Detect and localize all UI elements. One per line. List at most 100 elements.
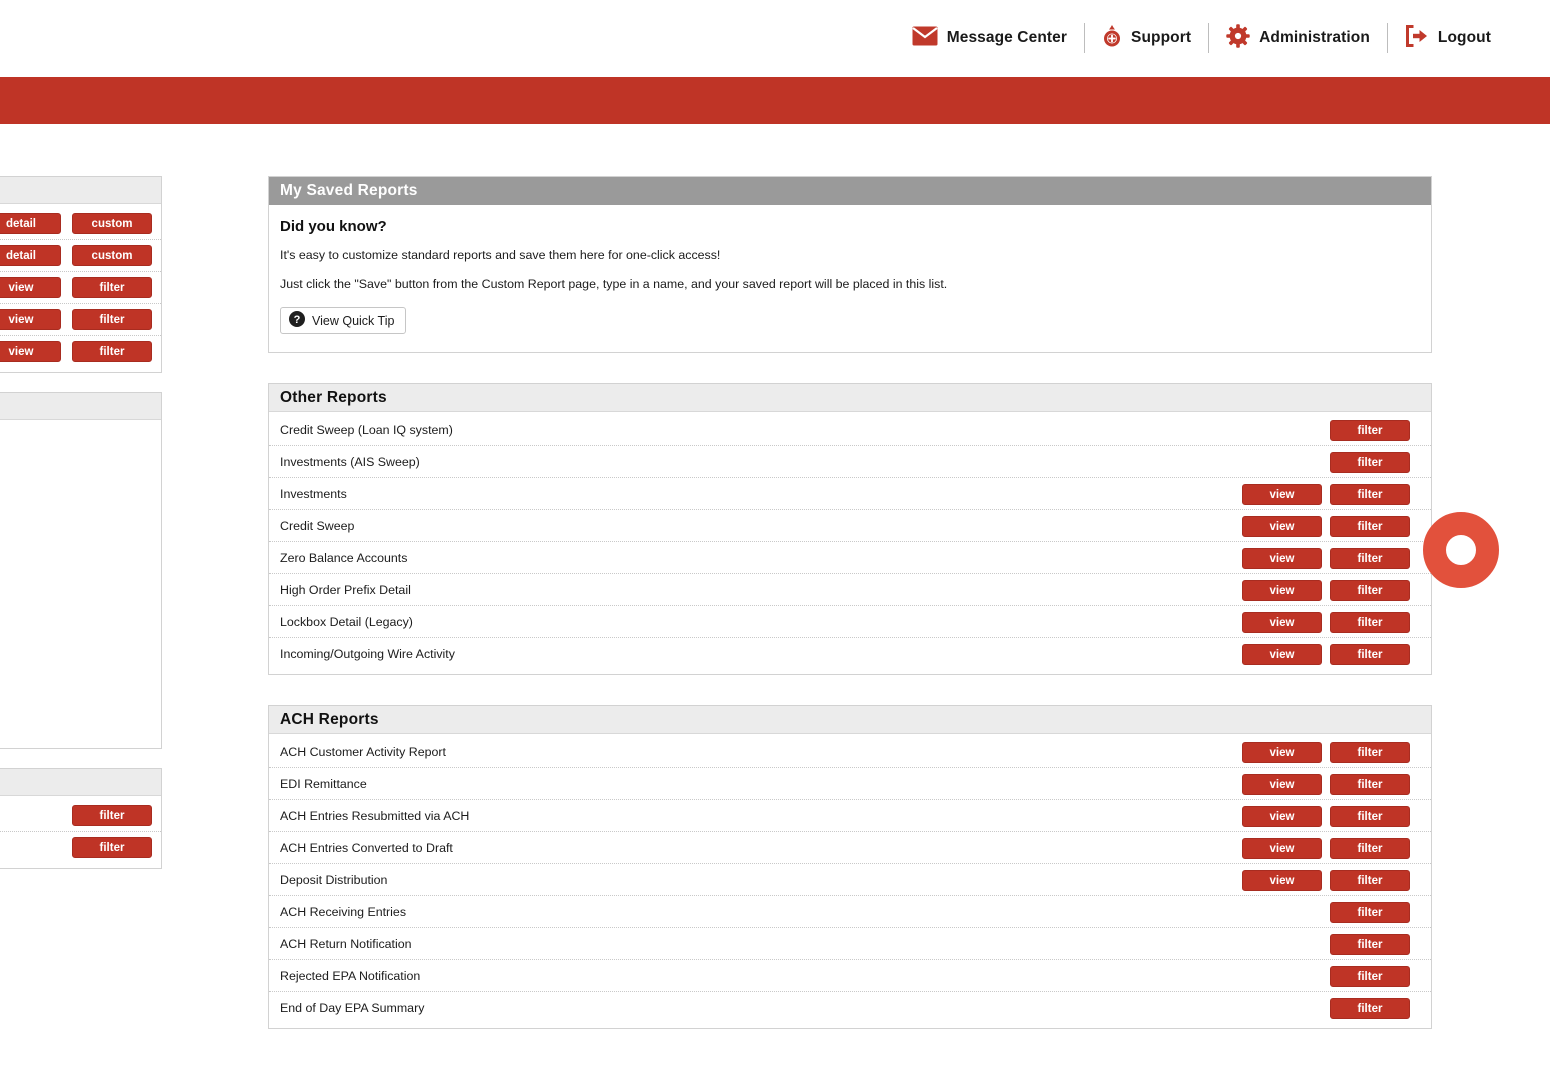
view-button[interactable]: view [0, 277, 61, 298]
filter-button[interactable]: filter [1330, 933, 1410, 955]
empty-action-slot [1242, 998, 1322, 1019]
table-row: ACH Entries Converted to Draft view filter [269, 832, 1431, 864]
empty-action-slot [1242, 934, 1322, 955]
filter-button[interactable]: filter [1330, 837, 1410, 859]
logout-label: Logout [1437, 29, 1491, 46]
ach-reports-rows: ACH Customer Activity Report view filter ED… [269, 734, 1431, 1028]
report-name: ACH Entries Converted to Draft [280, 840, 453, 855]
logout-link[interactable]: Logout [1388, 23, 1508, 53]
report-name: Investments [280, 486, 347, 501]
table-row: Credit Sweep (Loan IQ system) filter [269, 414, 1431, 446]
detail-button[interactable]: detail [0, 245, 61, 266]
message-center-label: Message Center [946, 29, 1068, 46]
envelope-icon [912, 26, 938, 51]
view-button[interactable]: view [1242, 773, 1322, 795]
report-name: End of Day EPA Summary [280, 1001, 425, 1015]
custom-button[interactable]: custom [72, 213, 152, 234]
filter-button[interactable]: filter [1330, 773, 1410, 795]
left-table-row: view filter [0, 272, 161, 304]
table-row: Lockbox Detail (Legacy) view filter [269, 606, 1431, 638]
view-button[interactable]: view [1242, 483, 1322, 505]
row-actions: view filter [1242, 832, 1410, 864]
report-name: Zero Balance Accounts [280, 550, 408, 565]
filter-button[interactable]: filter [1330, 419, 1410, 441]
filter-button[interactable]: filter [1330, 741, 1410, 763]
table-row: ACH Return Notification filter [269, 928, 1431, 960]
row-actions: view filter [1242, 574, 1410, 606]
filter-button[interactable]: filter [72, 277, 152, 298]
did-you-know-block: Did you know? It's easy to customize sta… [269, 205, 1431, 352]
report-name: EDI Remittance [280, 776, 367, 791]
filter-button[interactable]: filter [1330, 515, 1410, 537]
view-button[interactable]: view [0, 341, 61, 362]
view-button[interactable]: view [1242, 837, 1322, 859]
did-you-know-line-2: Just click the "Save" button from the Cu… [280, 276, 948, 291]
did-you-know-heading: Did you know? [280, 218, 387, 235]
support-link[interactable]: Support [1085, 23, 1208, 53]
filter-button[interactable]: filter [1330, 611, 1410, 633]
view-quick-tip-button[interactable]: ? View Quick Tip [280, 307, 407, 334]
filter-button[interactable]: filter [72, 341, 152, 362]
brand-banner [0, 77, 1550, 124]
view-quick-tip-label: View Quick Tip [312, 313, 395, 328]
did-you-know-line-1: It's easy to customize standard reports … [280, 248, 721, 262]
custom-button[interactable]: custom [72, 245, 152, 266]
message-center-link[interactable]: Message Center [895, 23, 1084, 53]
top-utility-bar: Message Center Support Administration Lo… [0, 0, 1550, 77]
filter-button[interactable]: filter [72, 805, 152, 826]
row-actions: view filter [1242, 768, 1410, 800]
left-panel-bottom: filter filter [0, 768, 162, 869]
view-button[interactable]: view [1242, 515, 1322, 537]
left-panel-bottom-body: filter filter [0, 796, 161, 868]
other-reports-title: Other Reports [269, 384, 1431, 412]
ach-reports-title: ACH Reports [269, 706, 1431, 734]
empty-action-slot [1242, 966, 1322, 987]
filter-button[interactable]: filter [1330, 483, 1410, 505]
left-row-actions: view filter [0, 277, 152, 298]
table-row: Credit Sweep view filter [269, 510, 1431, 542]
filter-button[interactable]: filter [1330, 579, 1410, 601]
filter-button[interactable]: filter [72, 309, 152, 330]
view-button[interactable]: view [1242, 579, 1322, 601]
table-row: Investments (AIS Sweep) filter [269, 446, 1431, 478]
filter-button[interactable]: filter [1330, 547, 1410, 569]
view-button[interactable]: view [1242, 741, 1322, 763]
row-actions: view filter [1242, 638, 1410, 670]
filter-button[interactable]: filter [1330, 965, 1410, 987]
row-actions: filter [1242, 446, 1410, 478]
detail-button[interactable]: detail [0, 213, 61, 234]
table-row: Deposit Distribution view filter [269, 864, 1431, 896]
filter-button[interactable]: filter [1330, 869, 1410, 891]
administration-link[interactable]: Administration [1209, 23, 1387, 53]
view-button[interactable]: view [1242, 611, 1322, 633]
report-name: ACH Return Notification [280, 936, 412, 951]
left-row-actions: detail custom [0, 245, 152, 266]
view-button[interactable]: view [1242, 643, 1322, 665]
report-name: High Order Prefix Detail [280, 582, 411, 597]
view-button[interactable]: view [1242, 805, 1322, 827]
table-row: ACH Customer Activity Report view filter [269, 736, 1431, 768]
table-row: ACH Entries Resubmitted via ACH view filte… [269, 800, 1431, 832]
table-row: EDI Remittance view filter [269, 768, 1431, 800]
report-name: Lockbox Detail (Legacy) [280, 614, 413, 629]
my-saved-reports-title: My Saved Reports [269, 177, 1431, 205]
my-saved-reports-panel: My Saved Reports Did you know? It's easy… [268, 176, 1432, 353]
filter-button[interactable]: filter [1330, 805, 1410, 827]
filter-button[interactable]: filter [1330, 997, 1410, 1019]
empty-action-slot [1242, 452, 1322, 473]
left-table-row: filter [0, 800, 161, 832]
row-actions: filter [1242, 960, 1410, 992]
table-row: Incoming/Outgoing Wire Activity view filte… [269, 638, 1431, 670]
view-button[interactable]: view [1242, 869, 1322, 891]
report-name: ACH Customer Activity Report [280, 744, 446, 759]
filter-button[interactable]: filter [72, 837, 152, 858]
view-button[interactable]: view [1242, 547, 1322, 569]
left-row-actions: detail custom [0, 213, 152, 234]
left-table-row: filter [0, 832, 161, 864]
left-panel-middle-header [0, 393, 161, 420]
filter-button[interactable]: filter [1330, 451, 1410, 473]
filter-button[interactable]: filter [1330, 901, 1410, 923]
report-name: Investments (AIS Sweep) [280, 454, 420, 469]
view-button[interactable]: view [0, 309, 61, 330]
filter-button[interactable]: filter [1330, 643, 1410, 665]
